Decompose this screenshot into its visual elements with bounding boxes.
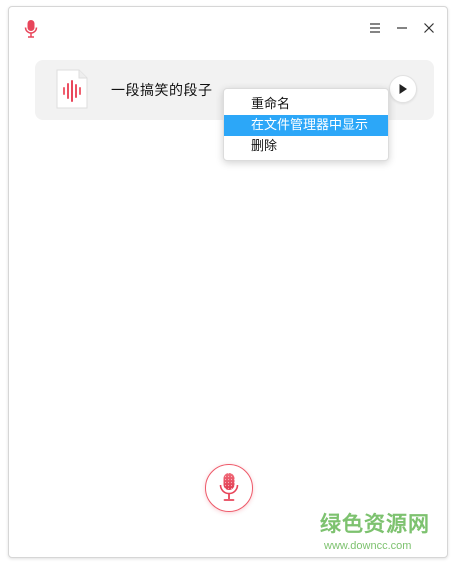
close-icon[interactable]	[419, 18, 439, 38]
audio-waveform-file-icon	[55, 69, 89, 109]
microphone-icon	[23, 19, 39, 39]
microphone-icon	[219, 473, 239, 501]
minimize-icon[interactable]	[392, 18, 412, 38]
menu-item-rename[interactable]: 重命名	[224, 94, 388, 115]
recording-title: 一段搞笑的段子	[111, 83, 213, 99]
title-bar	[9, 7, 447, 47]
context-menu: 重命名 在文件管理器中显示 删除	[223, 88, 389, 161]
menu-item-delete[interactable]: 删除	[224, 136, 388, 157]
menu-item-show-in-file-manager[interactable]: 在文件管理器中显示	[224, 115, 388, 136]
site-watermark: 绿色资源网 www.downcc.com	[314, 508, 444, 556]
watermark-name: 绿色资源网	[320, 512, 430, 536]
watermark-url: www.downcc.com	[324, 540, 412, 552]
recorder-window: 一段搞笑的段子 重命名 在文件管理器中显示 删除	[8, 6, 448, 558]
record-button[interactable]	[205, 464, 253, 512]
play-icon	[399, 84, 407, 94]
play-button[interactable]	[389, 75, 417, 103]
hamburger-menu-icon[interactable]	[365, 18, 385, 38]
